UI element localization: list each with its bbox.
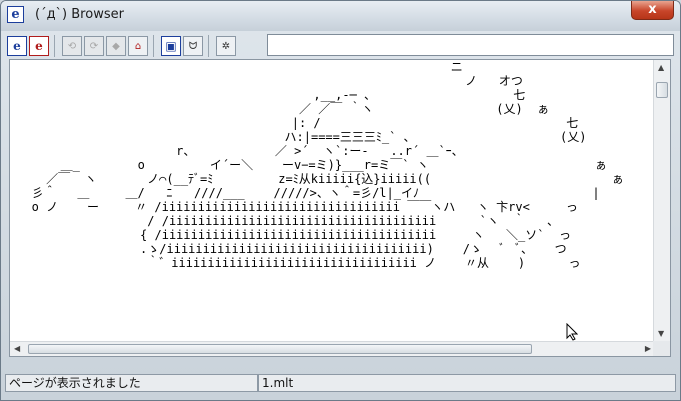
scroll-left-icon[interactable]: ◀ [14,344,20,354]
mona-face-icon[interactable]: ᗢ [183,36,203,56]
status-message: ページが表示されました [5,374,258,392]
ascii-art: ニ ノ オつ ,__,-─ 、 七 ／ ／￣ ｀ヽ (乂) ぁ |: / 七 ハ… [31,60,624,270]
forward-cat-icon[interactable]: ⟳ [84,36,104,56]
status-bar: ページが表示されました 1.mlt [5,374,676,394]
mouse-cursor-icon [566,323,578,341]
gear-cat-icon[interactable]: ✲ [216,36,236,56]
address-input[interactable] [267,34,674,56]
vertical-scrollbar[interactable]: ▲ ▼ [653,60,670,342]
status-file: 1.mlt [258,374,676,392]
close-button[interactable]: x [631,1,674,20]
toolbar-separator [54,35,55,57]
page-content: ニ ノ オつ ,__,-─ 、 七 ／ ／￣ ｀ヽ (乂) ぁ |: / 七 ハ… [9,59,671,357]
toolbar-separator [208,35,209,57]
toolbar-separator [153,35,154,57]
scroll-up-icon[interactable]: ▲ [658,63,664,73]
vertical-scroll-thumb[interactable] [656,82,668,98]
app-ie-icon[interactable]: e [7,6,24,23]
back-cat-icon[interactable]: ⟲ [62,36,82,56]
ie-red-icon[interactable]: e [29,36,49,56]
browser-window: e (´д`) Browser x e e ⟲ ⟳ ◆ ⌂ ▣ ᗢ ✲ ニ ノ … [0,0,681,401]
scroll-corner [653,341,670,356]
title-bar[interactable]: e (´д`) Browser x [1,1,680,31]
scroll-down-icon[interactable]: ▼ [658,329,664,339]
toolbar: e e ⟲ ⟳ ◆ ⌂ ▣ ᗢ ✲ [5,32,676,60]
window-title: (´д`) Browser [35,7,124,22]
home-icon[interactable]: ⌂ [128,36,148,56]
scroll-right-icon[interactable]: ▶ [645,344,651,354]
window-icon[interactable]: ▣ [161,36,181,56]
stop-icon[interactable]: ◆ [106,36,126,56]
ie-blue-icon[interactable]: e [7,36,27,56]
horizontal-scrollbar[interactable]: ◀ ▶ [10,341,655,356]
horizontal-scroll-thumb[interactable] [28,344,532,354]
